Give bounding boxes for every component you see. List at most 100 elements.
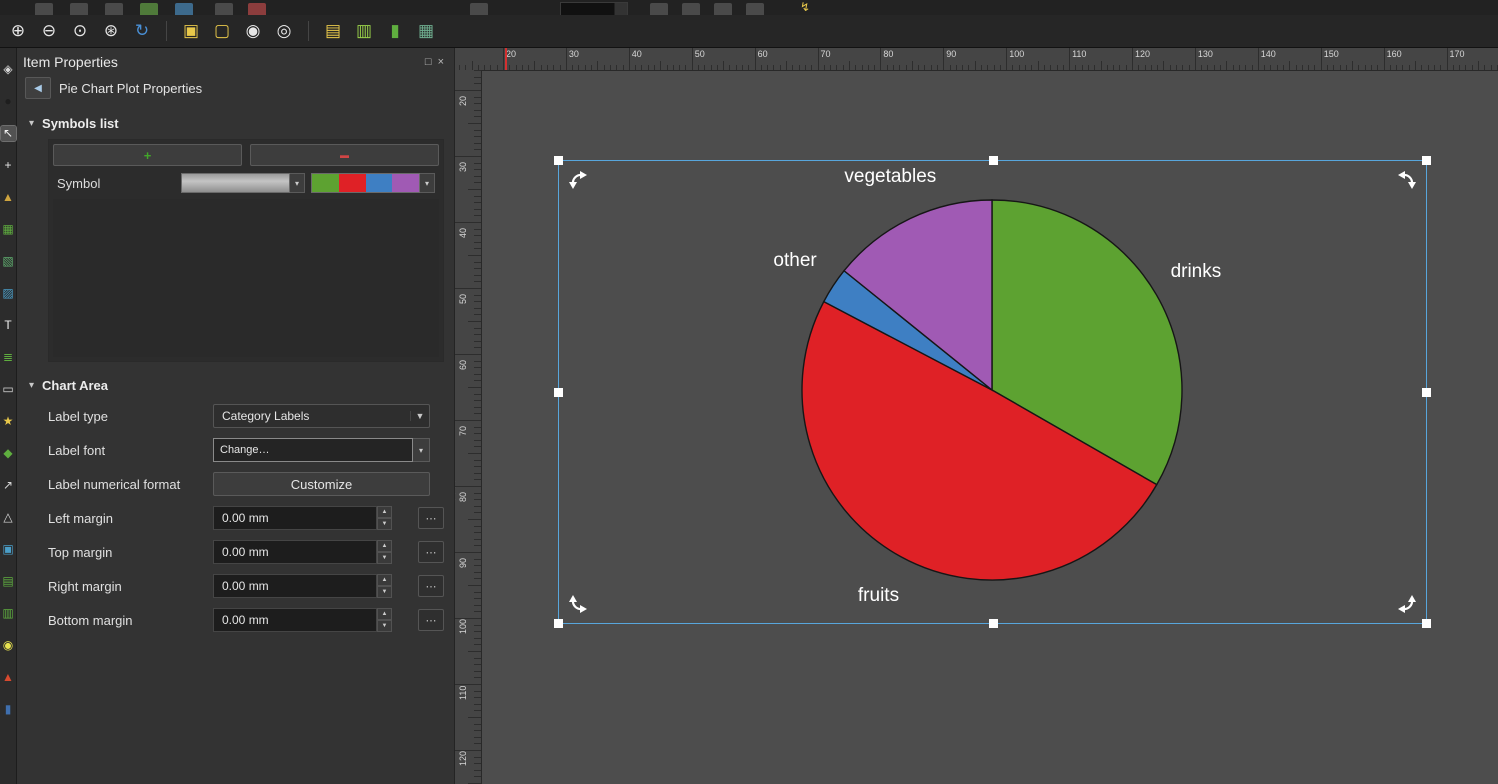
add-manual-table-icon[interactable]: ▮ <box>1 702 16 717</box>
back-button[interactable]: ◀ <box>25 77 51 99</box>
ruler-tick <box>474 301 481 302</box>
chart-area-group-header[interactable]: ▾ Chart Area <box>17 366 454 399</box>
select-items-icon[interactable]: ◉ <box>241 19 265 43</box>
resize-handle-n[interactable] <box>989 156 998 165</box>
ruler-tick <box>474 361 481 362</box>
pie-chart[interactable] <box>792 190 1192 590</box>
ruler-tick <box>474 625 481 626</box>
add-legend-icon[interactable]: ≣ <box>1 350 16 365</box>
ruler-label: 120 <box>1135 49 1150 59</box>
label-type-select[interactable]: Category Labels ▼ <box>213 404 430 428</box>
layout-canvas[interactable]: 2030405060708090100110120130140150160170… <box>455 48 1498 784</box>
chevron-down-icon[interactable]: ▾ <box>420 173 435 193</box>
resize-handle-sw[interactable] <box>554 619 563 628</box>
remove-symbol-button[interactable]: ▬ <box>250 144 439 166</box>
add-attribute-table-icon[interactable]: ▤ <box>1 574 16 589</box>
chevron-down-icon[interactable]: ▾ <box>29 380 34 391</box>
add-shape-icon[interactable]: ◆ <box>1 446 16 461</box>
distribute-items-icon[interactable]: ▮ <box>383 19 407 43</box>
top-margin-spinbox[interactable]: 0.00 mm ▲▼ <box>213 540 392 564</box>
rotate-handle-icon[interactable] <box>1398 171 1416 189</box>
spin-up-icon[interactable]: ▲ <box>377 540 392 552</box>
chevron-down-icon[interactable]: ▼ <box>410 411 429 421</box>
resize-handle-se[interactable] <box>1422 619 1431 628</box>
deselect-items-icon[interactable]: ◎ <box>272 19 296 43</box>
ruler-tick <box>968 65 969 70</box>
add-elevation-profile-icon[interactable]: ▲ <box>1 670 16 685</box>
add-symbol-button[interactable]: + <box>53 144 242 166</box>
data-defined-override-button[interactable]: ⋯ <box>418 541 444 563</box>
ruler-tick <box>950 65 951 70</box>
lock-items-icon[interactable]: ▣ <box>179 19 203 43</box>
symbols-group-header[interactable]: ▾ Symbols list <box>17 104 454 137</box>
panel-title: Item Properties <box>23 54 118 70</box>
ruler-tick <box>474 328 481 329</box>
resize-handle-s[interactable] <box>989 619 998 628</box>
add-fixed-table-icon[interactable]: ▥ <box>1 606 16 621</box>
add-scalebar-icon[interactable]: ▭ <box>1 382 16 397</box>
data-defined-override-button[interactable]: ⋯ <box>418 507 444 529</box>
float-panel-icon[interactable]: □ <box>425 56 432 68</box>
spin-up-icon[interactable]: ▲ <box>377 506 392 518</box>
add-north-arrow-icon[interactable]: ★ <box>1 414 16 429</box>
spin-up-icon[interactable]: ▲ <box>377 574 392 586</box>
customize-button[interactable]: Customize <box>213 472 430 496</box>
chevron-down-icon[interactable]: ▾ <box>29 118 34 129</box>
move-content-icon[interactable]: + <box>1 158 16 173</box>
refresh-icon[interactable]: ↻ <box>130 19 154 43</box>
chevron-down-icon[interactable]: ▾ <box>413 438 430 462</box>
resize-handle-ne[interactable] <box>1422 156 1431 165</box>
add-3d-map-icon[interactable]: ▧ <box>1 254 16 269</box>
spin-down-icon[interactable]: ▼ <box>377 620 392 632</box>
spin-down-icon[interactable]: ▼ <box>377 552 392 564</box>
ruler-label: 40 <box>632 49 642 59</box>
resize-items-icon[interactable]: ▦ <box>414 19 438 43</box>
add-map-icon[interactable]: ▦ <box>1 222 16 237</box>
rotate-handle-icon[interactable] <box>1398 595 1416 613</box>
add-html-icon[interactable]: ▣ <box>1 542 16 557</box>
chevron-down-icon[interactable]: ▾ <box>290 173 305 193</box>
symbol-style-dropdown[interactable]: ▾ <box>181 173 305 193</box>
symbols-list-area[interactable] <box>53 199 439 357</box>
raise-items-icon[interactable]: ▤ <box>321 19 345 43</box>
rotate-handle-icon[interactable] <box>569 171 587 189</box>
symbol-colors-dropdown[interactable]: ▾ <box>311 173 435 193</box>
zoom-in-icon[interactable]: ⊕ <box>6 19 30 43</box>
add-label-icon[interactable]: T <box>1 318 16 333</box>
add-picture-icon[interactable]: ▨ <box>1 286 16 301</box>
spin-up-icon[interactable]: ▲ <box>377 608 392 620</box>
ruler-tick <box>497 65 498 70</box>
ruler-tick <box>692 48 693 70</box>
spin-down-icon[interactable]: ▼ <box>377 518 392 530</box>
unlock-items-icon[interactable]: ▢ <box>210 19 234 43</box>
zoom-actual-icon[interactable]: ⊙ <box>68 19 92 43</box>
label-font-button[interactable]: Change… ▾ <box>213 438 430 462</box>
ruler-label: 50 <box>695 49 705 59</box>
close-panel-icon[interactable]: × <box>438 56 444 68</box>
ruler-tick <box>474 77 481 78</box>
resize-handle-w[interactable] <box>554 388 563 397</box>
left-margin-spinbox[interactable]: 0.00 mm ▲▼ <box>213 506 392 530</box>
ruler-tick <box>474 248 481 249</box>
data-defined-override-button[interactable]: ⋯ <box>418 609 444 631</box>
select-move-item-icon[interactable]: ↖ <box>1 126 16 141</box>
bottom-margin-spinbox[interactable]: 0.00 mm ▲▼ <box>213 608 392 632</box>
right-margin-spinbox[interactable]: 0.00 mm ▲▼ <box>213 574 392 598</box>
add-arrow-icon[interactable]: ↗ <box>1 478 16 493</box>
pan-tool-icon[interactable]: ◈ <box>1 62 16 77</box>
resize-handle-nw[interactable] <box>554 156 563 165</box>
data-defined-override-button[interactable]: ⋯ <box>418 575 444 597</box>
spin-down-icon[interactable]: ▼ <box>377 586 392 598</box>
zoom-out-icon[interactable]: ⊖ <box>37 19 61 43</box>
lightning-icon[interactable]: ↯ <box>800 0 810 15</box>
edit-nodes-tool-icon[interactable]: ▲ <box>1 190 16 205</box>
add-node-item-icon[interactable]: △ <box>1 510 16 525</box>
rotate-handle-icon[interactable] <box>569 595 587 613</box>
zoom-full-icon[interactable]: ⊛ <box>99 19 123 43</box>
add-marker-icon[interactable]: ◉ <box>1 638 16 653</box>
ruler-tick <box>1025 65 1026 70</box>
resize-handle-e[interactable] <box>1422 388 1431 397</box>
zoom-tool-icon[interactable]: ● <box>1 94 16 109</box>
panel-resize-handle[interactable]: •••• <box>455 480 456 506</box>
align-items-icon[interactable]: ▥ <box>352 19 376 43</box>
